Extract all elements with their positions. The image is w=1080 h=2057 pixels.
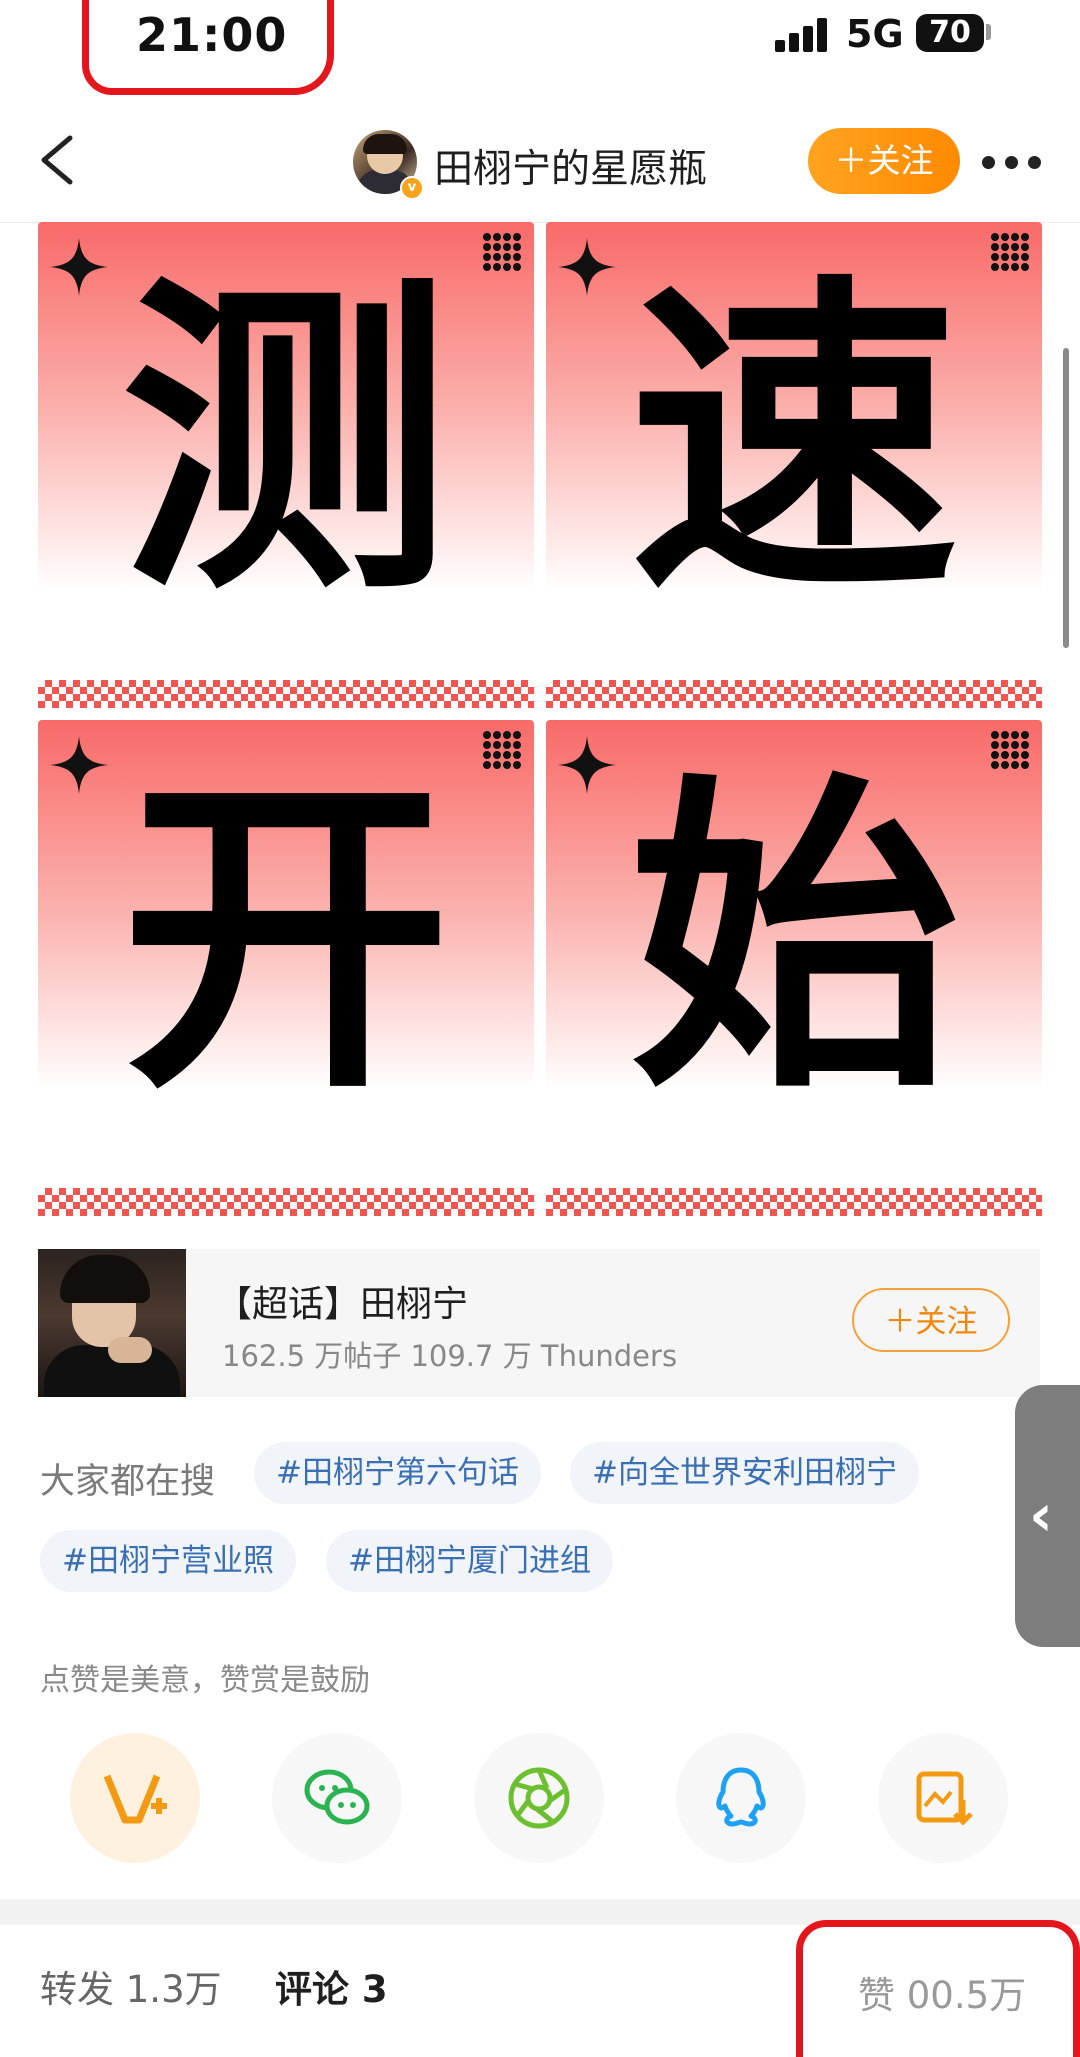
share-qq-button[interactable]: [676, 1733, 806, 1863]
search-tag[interactable]: #田栩宁第六句话: [254, 1442, 541, 1504]
red-annotation-time: [82, 0, 334, 95]
moments-icon: [508, 1767, 570, 1829]
tile-4: 始: [546, 720, 1042, 1140]
comment-tab[interactable]: 评论 3: [275, 1959, 388, 2013]
tile-2: 速: [546, 222, 1042, 642]
save-image-button[interactable]: [878, 1733, 1008, 1863]
chevron-left-icon: ‹: [1029, 1481, 1053, 1549]
battery-tip: [986, 24, 991, 40]
reward-v-plus-icon: [103, 1774, 167, 1824]
side-drawer-tab[interactable]: ‹: [1015, 1385, 1080, 1647]
checker-divider: [38, 680, 534, 708]
more-dots-icon[interactable]: [982, 156, 1042, 170]
tile-char: 速: [629, 250, 959, 634]
tile-1: 测: [38, 222, 534, 642]
repost-count[interactable]: 转发 1.3万: [40, 1959, 222, 2013]
checker-divider: [546, 1188, 1042, 1216]
share-wechat-button[interactable]: [272, 1733, 402, 1863]
signal-icon: [775, 18, 829, 52]
checker-divider: [38, 1188, 534, 1216]
follow-button[interactable]: ＋关注: [808, 128, 960, 194]
tile-char: 始: [629, 748, 959, 1132]
trending-search-label: 大家都在搜: [40, 1462, 216, 1502]
search-tag[interactable]: #向全世界安利田栩宁: [570, 1442, 919, 1504]
search-tag[interactable]: #田栩宁营业照: [40, 1530, 296, 1592]
network-type: 5G: [846, 12, 904, 56]
nav-bar: v 田栩宁的星愿瓶 ＋关注: [0, 100, 1080, 223]
chevron-left-icon[interactable]: [30, 130, 86, 190]
battery-icon: 70: [916, 14, 984, 52]
verified-icon: v: [400, 176, 424, 200]
super-topic-card[interactable]: 【超话】田栩宁 162.5 万帖子 109.7 万 Thunders ＋关注: [38, 1249, 1040, 1397]
wechat-icon: [304, 1769, 370, 1825]
scrollbar[interactable]: [1063, 348, 1069, 648]
super-topic-follow-button[interactable]: ＋关注: [852, 1288, 1010, 1352]
checker-divider: [546, 680, 1042, 708]
tile-3: 开: [38, 720, 534, 1140]
search-tag[interactable]: #田栩宁厦门进组: [326, 1530, 613, 1592]
super-topic-cover: [38, 1249, 186, 1397]
tile-char: 测: [121, 250, 451, 634]
super-topic-title: 【超话】田栩宁: [216, 1284, 469, 1325]
save-image-icon: [916, 1771, 973, 1826]
qq-icon: [716, 1767, 766, 1827]
reward-hint: 点赞是美意，赞赏是鼓励: [40, 1663, 370, 1698]
tile-char: 开: [121, 748, 451, 1132]
share-moments-button[interactable]: [474, 1733, 604, 1863]
page-title[interactable]: 田栩宁的星愿瓶: [434, 138, 707, 194]
reward-button[interactable]: [70, 1733, 200, 1863]
red-annotation-likes: [796, 1920, 1080, 2057]
super-topic-stats: 162.5 万帖子 109.7 万 Thunders: [222, 1339, 678, 1373]
